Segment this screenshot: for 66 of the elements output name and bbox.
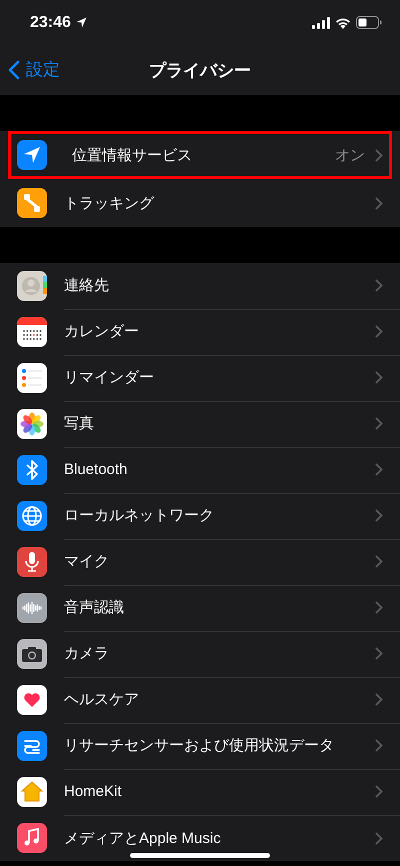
settings-row[interactable]: 連絡先	[0, 263, 400, 309]
row-label: Bluetooth	[64, 461, 128, 478]
row-label: HomeKit	[64, 783, 123, 800]
row-label: 位置情報サービス	[72, 146, 193, 164]
back-button[interactable]: 設定	[8, 58, 60, 81]
settings-row[interactable]: マイク	[0, 539, 400, 585]
settings-row[interactable]: リサーチセンサーおよび使用状況データ	[0, 723, 400, 769]
row-label: トラッキング	[64, 194, 156, 212]
screen-title: プライバシー	[149, 60, 251, 82]
camera-icon	[17, 639, 47, 669]
chevron-right-icon	[375, 279, 383, 292]
bluetooth-icon	[17, 455, 47, 485]
row-label: メディアとApple Music	[64, 828, 222, 848]
music-note-icon	[17, 823, 47, 853]
row-label: ローカルネットワーク	[64, 506, 215, 525]
row-label: 連絡先	[64, 276, 110, 295]
calendar-icon	[17, 317, 47, 347]
wifi-icon	[335, 16, 351, 28]
list-icon	[17, 363, 47, 393]
chevron-right-icon	[375, 647, 383, 660]
settings-row[interactable]: ローカルネットワーク	[0, 493, 400, 539]
chevron-left-icon	[8, 60, 20, 80]
row-label: 音声認識	[64, 598, 125, 617]
chevron-right-icon	[375, 325, 383, 338]
chevron-right-icon	[375, 555, 383, 568]
flower-icon	[17, 409, 47, 439]
settings-row[interactable]: 位置情報サービス オン	[8, 131, 392, 179]
settings-row[interactable]: トラッキング	[0, 179, 400, 227]
chevron-right-icon	[375, 832, 383, 844]
microphone-icon	[17, 547, 47, 577]
settings-row[interactable]: 音声認識	[0, 585, 400, 631]
location-arrow-icon	[76, 17, 87, 28]
row-label: カレンダー	[64, 322, 140, 341]
globe-icon	[17, 501, 47, 531]
chevron-right-icon	[375, 785, 383, 798]
row-label: マイク	[64, 552, 110, 571]
chevron-right-icon	[375, 693, 383, 706]
settings-row[interactable]: Bluetooth	[0, 447, 400, 493]
battery-icon	[356, 16, 382, 29]
chevron-right-icon	[375, 148, 383, 162]
row-label: リマインダー	[64, 368, 155, 387]
chevron-right-icon	[375, 739, 383, 752]
status-time: 23:46	[30, 14, 71, 32]
waveform-icon	[17, 593, 47, 623]
house-icon	[17, 777, 47, 807]
settings-row[interactable]: HomeKit	[0, 769, 400, 815]
row-label: 写真	[64, 414, 95, 433]
settings-row[interactable]: カメラ	[0, 631, 400, 677]
signal-icon	[312, 16, 330, 28]
row-label: ヘルスケア	[64, 690, 140, 709]
chevron-right-icon	[375, 601, 383, 614]
settings-row[interactable]: カレンダー	[0, 309, 400, 355]
row-label: リサーチセンサーおよび使用状況データ	[64, 736, 335, 755]
chevron-right-icon	[375, 371, 383, 384]
row-value: オン	[335, 146, 365, 164]
chevron-right-icon	[375, 196, 383, 210]
settings-row[interactable]: ヘルスケア	[0, 677, 400, 723]
chevron-right-icon	[375, 463, 383, 476]
settings-row[interactable]: メディアとApple Music	[0, 815, 400, 861]
settings-row[interactable]: 写真	[0, 401, 400, 447]
chevron-right-icon	[375, 417, 383, 430]
chevron-right-icon	[375, 509, 383, 522]
contacts-icon	[17, 271, 47, 301]
row-label: カメラ	[64, 644, 110, 663]
tracking-icon	[17, 188, 47, 218]
settings-row[interactable]: リマインダー	[0, 355, 400, 401]
